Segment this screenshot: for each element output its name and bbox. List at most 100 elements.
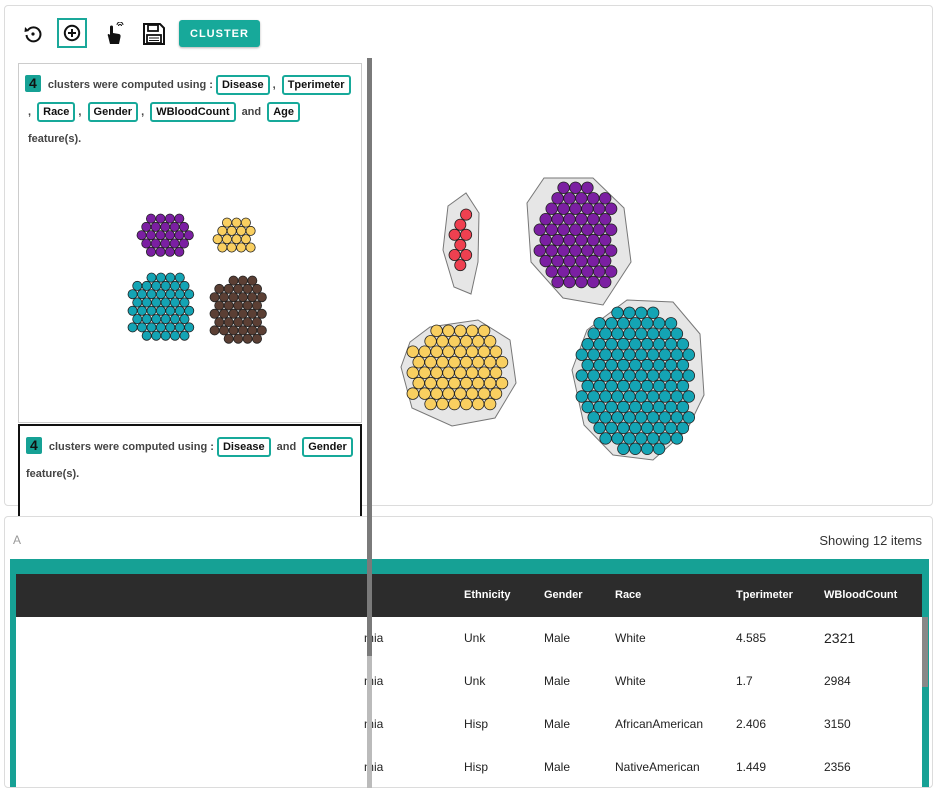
data-point-teal: [581, 379, 594, 393]
data-point-brown: [218, 308, 229, 319]
data-point-teal: [587, 369, 600, 382]
data-point-teal: [174, 305, 185, 316]
data-point-purple: [533, 244, 547, 257]
data-point-brown: [247, 292, 258, 303]
data-point-yellow: [212, 234, 223, 245]
data-point-teal: [664, 421, 678, 435]
column-header[interactable]: Gender: [544, 574, 583, 617]
data-point-yellow: [436, 335, 449, 348]
data-point-teal: [174, 289, 185, 300]
cell-tperimeter: 1.7: [736, 674, 753, 688]
data-point-teal: [641, 338, 654, 351]
data-point-teal: [617, 338, 630, 351]
data-point-yellow: [483, 356, 497, 369]
data-point-yellow: [448, 335, 461, 348]
table-row[interactable]: mia Hisp Male NativeAmerican 1.449 2356: [16, 746, 922, 787]
data-point-teal: [605, 421, 618, 435]
column-header[interactable]: WBloodCount: [824, 574, 897, 617]
data-point-yellow: [406, 366, 420, 379]
data-table-panel: A Showing 12 items Ethnicity Gender Race…: [4, 516, 933, 788]
data-point-teal: [132, 297, 143, 308]
data-point-teal: [682, 348, 696, 361]
data-point-purple: [551, 233, 564, 247]
table-row[interactable]: mia Unk Male White 4.585 2321: [16, 617, 922, 661]
data-point-purple: [563, 192, 576, 205]
data-point-purple: [174, 246, 185, 257]
table-scrollbar[interactable]: [922, 617, 928, 687]
data-point-teal: [165, 322, 176, 333]
data-point-brown: [233, 283, 244, 294]
data-point-yellow: [442, 387, 455, 400]
cell-race: White: [615, 674, 646, 688]
data-point-yellow: [406, 345, 420, 358]
data-point-yellow: [406, 387, 420, 400]
cluster-button[interactable]: CLUSTER: [179, 20, 260, 47]
reset-button[interactable]: [18, 19, 48, 49]
data-point-purple: [563, 275, 576, 289]
data-point-brown: [218, 292, 229, 303]
data-point-yellow: [418, 366, 431, 379]
data-point-teal: [605, 379, 618, 393]
data-point-teal: [676, 379, 690, 393]
table-row[interactable]: mia Hisp Male AfricanAmerican 2.406 3150: [16, 703, 922, 747]
data-point-purple: [164, 246, 175, 257]
data-point-yellow: [460, 356, 473, 369]
data-point-teal: [635, 306, 648, 320]
data-point-teal: [652, 400, 666, 414]
data-point-brown: [237, 292, 248, 303]
data-point-teal: [599, 411, 612, 424]
column-header[interactable]: Tperimeter: [736, 574, 793, 617]
history-scrollbar-thumb[interactable]: [367, 58, 372, 656]
data-point-brown: [242, 333, 253, 344]
data-point-brown: [228, 275, 239, 286]
main-cluster-visualization[interactable]: [370, 160, 730, 480]
add-button[interactable]: [57, 18, 87, 48]
data-point-teal: [641, 379, 654, 393]
data-point-purple: [575, 275, 588, 289]
data-point-yellow: [236, 225, 247, 236]
data-point-teal: [593, 421, 606, 435]
data-point-teal: [670, 348, 684, 361]
data-point-teal: [611, 411, 624, 424]
table-row[interactable]: mia Unk Male White 1.7 2984: [16, 660, 922, 704]
data-point-yellow: [240, 234, 251, 245]
data-point-purple: [599, 212, 612, 226]
data-point-purple: [599, 192, 612, 205]
data-point-teal: [160, 280, 171, 291]
data-point-purple: [581, 202, 594, 215]
data-table: Ethnicity Gender Race Tperimeter WBloodC…: [10, 559, 929, 787]
cluster-history-card[interactable]: 4 clusters were computed using : Disease…: [18, 63, 362, 423]
data-point-teal: [146, 305, 157, 316]
data-point-purple: [136, 230, 147, 241]
data-point-yellow: [489, 366, 503, 379]
data-point-teal: [575, 348, 589, 361]
data-point-brown: [214, 317, 225, 328]
data-point-red: [460, 208, 473, 221]
data-point-yellow: [231, 234, 242, 245]
data-point-teal: [652, 358, 666, 372]
data-point-teal: [617, 442, 630, 456]
data-point-teal: [611, 306, 624, 320]
save-button[interactable]: [139, 19, 169, 49]
data-point-teal: [605, 338, 618, 351]
data-point-teal: [646, 369, 660, 382]
data-point-teal: [160, 330, 171, 341]
data-point-purple: [581, 181, 594, 195]
data-point-teal: [179, 297, 190, 308]
column-header[interactable]: Race: [615, 574, 641, 617]
data-point-purple: [145, 230, 156, 241]
data-point-yellow: [466, 366, 479, 379]
select-tool-button[interactable]: [99, 19, 129, 49]
data-point-teal: [623, 432, 636, 445]
data-point-purple: [587, 192, 600, 205]
column-header[interactable]: Ethnicity: [464, 574, 510, 617]
mini-cluster-visualization: [127, 213, 267, 344]
data-point-teal: [136, 289, 147, 300]
data-point-yellow: [442, 345, 455, 358]
data-point-teal: [664, 358, 678, 372]
data-point-purple: [533, 223, 547, 236]
data-point-yellow: [448, 356, 461, 369]
data-point-red: [460, 228, 473, 241]
history-scrollbar-track[interactable]: [367, 656, 372, 788]
data-point-teal: [629, 379, 642, 393]
